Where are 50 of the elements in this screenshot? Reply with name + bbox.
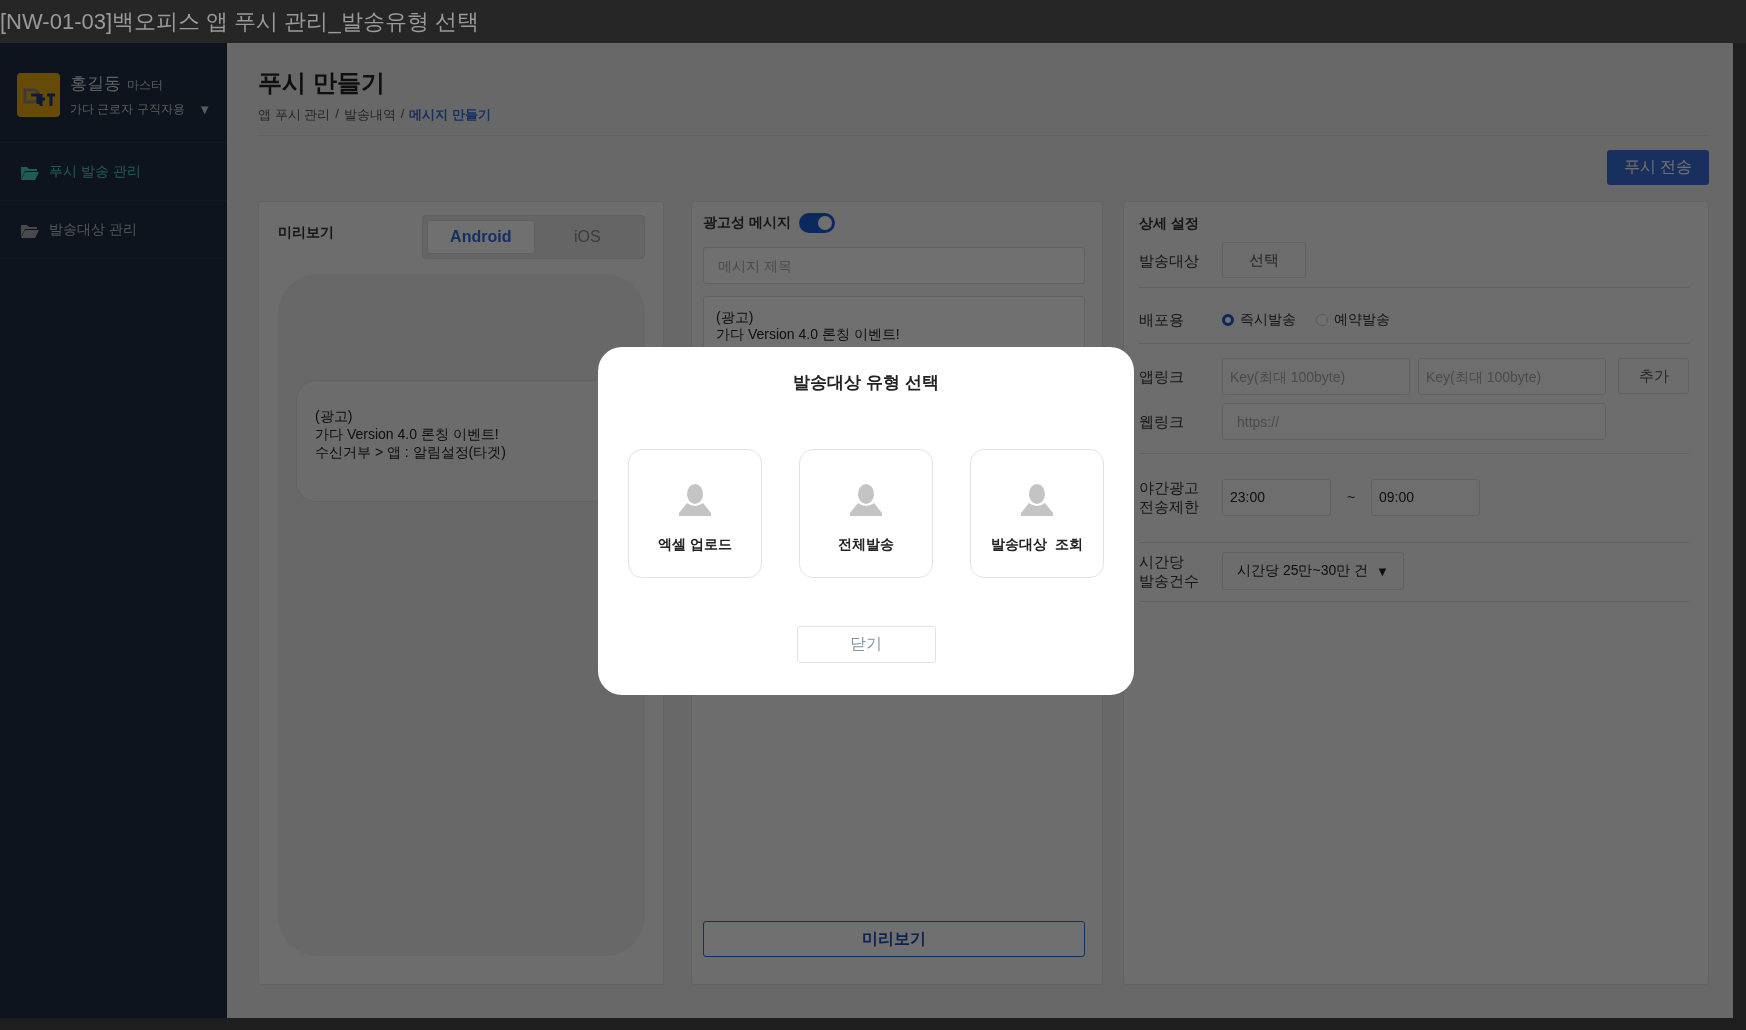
person-icon <box>849 483 883 516</box>
field-label: 배포용 <box>1139 310 1185 329</box>
option-label: 엑셀 업로드 <box>658 536 732 554</box>
close-button[interactable]: 닫기 <box>796 626 936 663</box>
time-field[interactable]: 09:00 <box>1371 478 1480 516</box>
ad-toggle[interactable] <box>798 213 835 233</box>
range-separator: ~ <box>1345 489 1357 505</box>
panel-title: 미리보기 <box>278 224 334 242</box>
field-label: 야간광고 전송제한 <box>1139 478 1200 516</box>
target-type-option[interactable]: 엑셀 업로드 <box>628 449 762 578</box>
radio-option[interactable]: 즉시발송 <box>1222 310 1296 329</box>
panel-title: 상세 설정 <box>1139 215 1200 233</box>
breadcrumb-separator: / <box>400 106 405 123</box>
user-name: 홍길동 <box>70 73 121 95</box>
breadcrumb-link[interactable]: 앱 푸시 관리 <box>258 106 331 124</box>
hourly-count-dropdown[interactable]: 시간당 25만~30만 건 ▼ <box>1222 552 1404 590</box>
target-type-option[interactable]: 발송대상 조회 <box>970 449 1104 578</box>
breadcrumb-separator: / <box>335 106 339 123</box>
notification-line: (광고) <box>315 407 354 425</box>
window-title: [NW-01-03]백오피스 앱 푸시 관리_발송유형 선택 <box>0 7 479 36</box>
caret-icon: ▼ <box>1376 563 1389 579</box>
dialog-title: 발송대상 유형 선택 <box>793 372 939 394</box>
radio-option[interactable]: 예약발송 <box>1316 310 1390 329</box>
notification-line: 수신거부 > 앱 : 알림설정(타겟) <box>315 443 507 461</box>
target-type-option[interactable]: 전체발송 <box>799 449 933 578</box>
time-field[interactable]: 23:00 <box>1222 478 1331 516</box>
field-label: 웹링크 <box>1139 412 1185 431</box>
person-icon <box>678 483 712 516</box>
person-icon <box>1020 483 1054 516</box>
field-label: 앱링크 <box>1139 367 1185 386</box>
caret-icon[interactable]: ▼ <box>198 102 211 117</box>
send-push-button[interactable]: 푸시 전송 <box>1607 150 1709 185</box>
field-label: 시간당 발송건수 <box>1139 552 1200 590</box>
option-label: 발송대상 조회 <box>991 536 1083 554</box>
select-target-button[interactable]: 선택 <box>1222 242 1306 278</box>
sidebar-item[interactable]: 발송대상 관리 <box>0 201 227 259</box>
field-label: 발송대상 <box>1139 250 1200 270</box>
panel-title: 광고성 메시지 <box>703 214 791 232</box>
page-title: 푸시 만들기 <box>258 68 386 98</box>
add-button[interactable]: 추가 <box>1618 358 1689 394</box>
breadcrumb-link[interactable]: 메시지 만들기 <box>409 106 492 124</box>
preview-button[interactable]: 미리보기 <box>703 921 1085 957</box>
organization-name: 가다 근로자 구직자용 <box>70 101 185 118</box>
sidebar-item[interactable]: 푸시 발송 관리 <box>0 143 227 201</box>
breadcrumb-link[interactable]: 발송내역 <box>343 106 396 124</box>
user-role: 마스터 <box>127 77 163 94</box>
platform-tab[interactable]: Android <box>427 220 535 254</box>
notification-line: 가다 Version 4.0 론칭 이벤트! <box>315 425 500 443</box>
option-label: 전체발송 <box>838 536 894 554</box>
logo-icon <box>17 73 60 117</box>
